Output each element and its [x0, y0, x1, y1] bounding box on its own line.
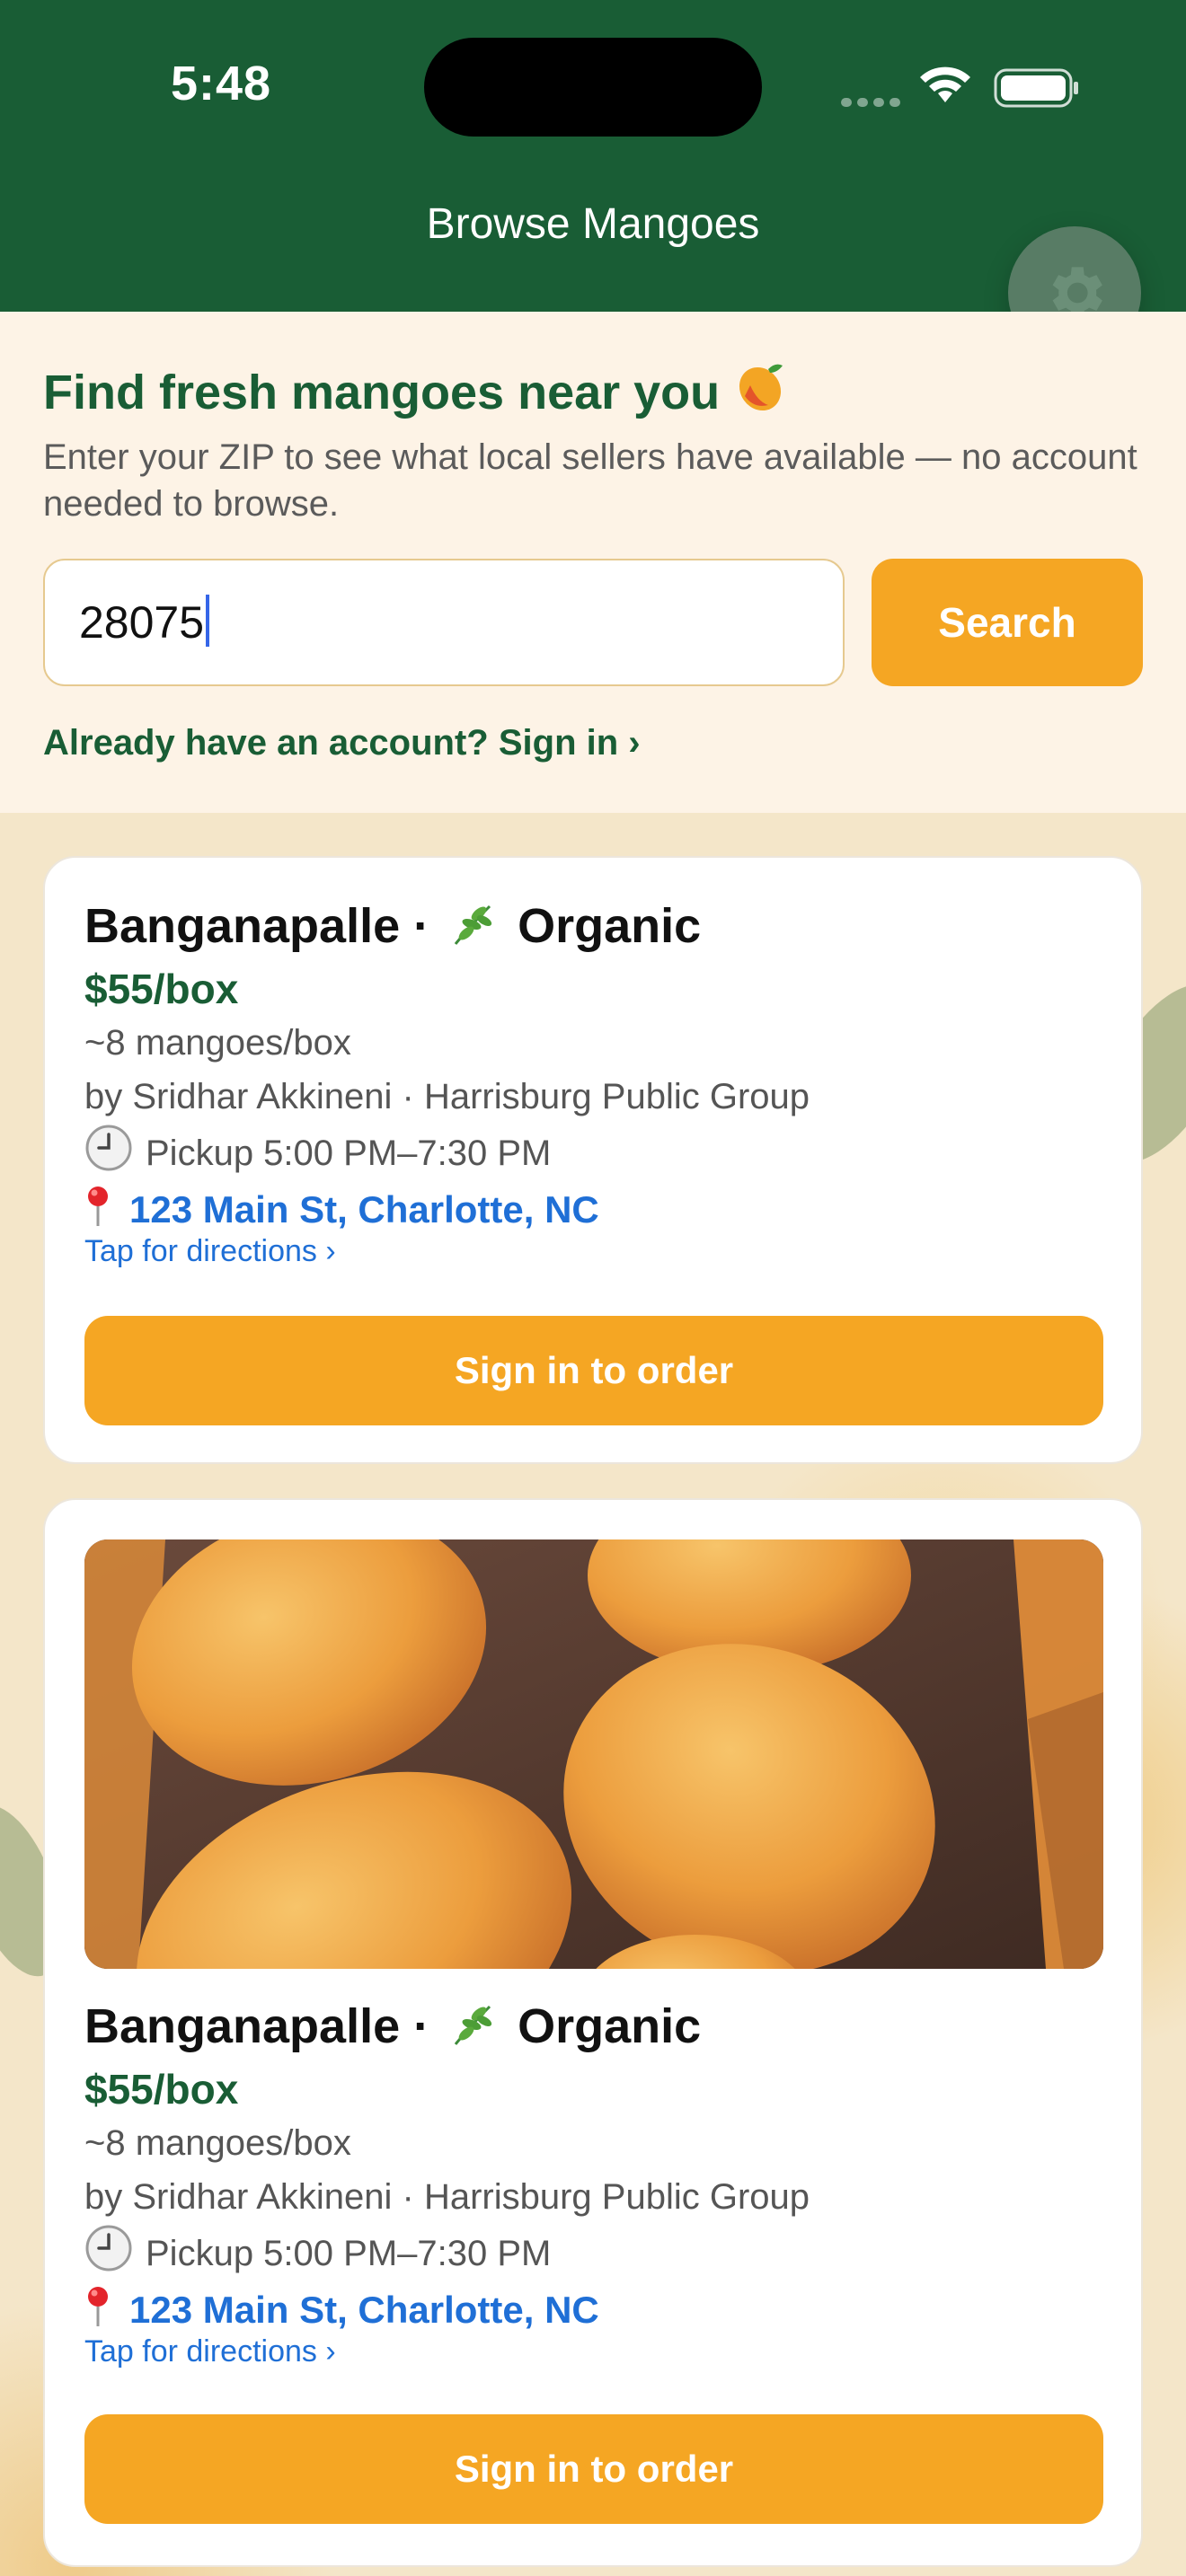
search-button[interactable]: Search [872, 559, 1143, 686]
search-section: Find fresh mangoes near you Enter your Z… [0, 312, 1186, 813]
page-title: Browse Mangoes [426, 200, 760, 248]
mango-photo-illustration [84, 1539, 1103, 1969]
directions-link[interactable]: Tap for directions › [84, 1233, 1109, 1273]
zip-input[interactable]: 28075 [43, 559, 845, 686]
directions-link[interactable]: Tap for directions › [84, 2333, 1109, 2373]
sign-in-to-order-button[interactable]: Sign in to order [84, 2414, 1103, 2524]
listing-seller: by Sridhar Akkineni · Harrisburg Public … [84, 2177, 810, 2217]
listing-price: $55/box [84, 966, 239, 1012]
listing-pickup: Pickup 5:00 PM–7:30 PM [84, 1124, 1109, 1178]
hero-title: Find fresh mangoes near you [43, 358, 788, 420]
listing-title: Banganapalle · Organic [84, 1999, 702, 2053]
clock-icon [85, 2225, 132, 2272]
listing-pickup: Pickup 5:00 PM–7:30 PM [84, 2224, 1109, 2278]
pin-icon [88, 2287, 108, 2326]
listing-details: Banganapalle · Organic $55/box ~8 mangoe… [84, 895, 1109, 1273]
battery-icon [994, 68, 1078, 108]
status-time: 5:48 [171, 57, 272, 110]
sign-in-to-order-button[interactable]: Sign in to order [84, 1316, 1103, 1425]
listing-details: Banganapalle · Organic $55/box ~8 mangoe… [84, 1996, 1109, 2373]
listing-seller: by Sridhar Akkineni · Harrisburg Public … [84, 1077, 810, 1116]
mango-icon [739, 364, 783, 411]
listing-card[interactable]: Banganapalle · Organic $55/box ~8 mangoe… [43, 1498, 1143, 2567]
wifi-icon [920, 66, 970, 102]
listing-card[interactable]: Banganapalle · Organic $55/box ~8 mangoe… [43, 856, 1143, 1464]
listing-count: ~8 mangoes/box [84, 2123, 351, 2163]
herb-icon [454, 2005, 492, 2045]
text-caret [206, 595, 210, 647]
dynamic-island [424, 38, 762, 137]
listing-count: ~8 mangoes/box [84, 1023, 351, 1063]
clock-icon [85, 1125, 132, 1171]
cellular-signal-icon [841, 95, 906, 111]
listing-address[interactable]: 123 Main St, Charlotte, NC [84, 1178, 1109, 1233]
hero-subtitle: Enter your ZIP to see what local sellers… [43, 437, 1137, 524]
listing-address[interactable]: 123 Main St, Charlotte, NC [84, 2278, 1109, 2333]
listing-price: $55/box [84, 2066, 239, 2113]
herb-icon [454, 904, 492, 945]
sign-in-link[interactable]: Already have an account? Sign in › [43, 723, 641, 763]
app-header: 5:48 Browse Mangoes [0, 0, 1186, 312]
listing-photo [84, 1539, 1103, 1969]
pin-icon [88, 1187, 108, 1226]
listing-title: Banganapalle · Organic [84, 899, 702, 953]
